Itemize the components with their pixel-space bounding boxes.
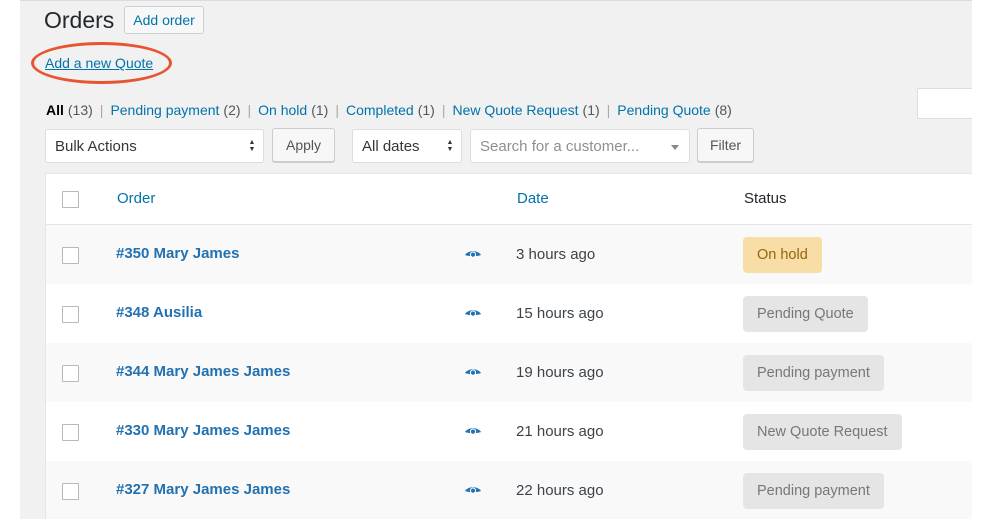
status-filter-count: (1) <box>582 102 600 118</box>
status-filter-link[interactable]: Pending Quote <box>617 102 710 118</box>
status-badge: On hold <box>743 237 822 273</box>
apply-button[interactable]: Apply <box>272 128 335 162</box>
status-filter-count: (1) <box>417 102 435 118</box>
order-link[interactable]: #330 Mary James James <box>116 422 290 439</box>
orders-table: Order Date Status #350 Mary James 3 hours… <box>45 173 972 519</box>
status-filter-item: Pending Quote (8) <box>617 102 732 118</box>
up-down-arrows-icon: ▲ ▼ <box>446 139 454 153</box>
eye-icon[interactable] <box>465 427 481 437</box>
row-checkbox[interactable] <box>62 365 79 382</box>
status-filter-link[interactable]: All <box>46 102 64 118</box>
select-all-checkbox[interactable] <box>62 191 79 208</box>
add-order-button[interactable]: Add order <box>124 6 204 34</box>
order-date: 19 hours ago <box>516 364 604 381</box>
status-badge: Pending Quote <box>743 296 868 332</box>
eye-icon[interactable] <box>465 368 481 378</box>
order-date: 15 hours ago <box>516 305 604 322</box>
status-badge: Pending payment <box>743 355 884 391</box>
filter-separator: | <box>247 102 252 118</box>
date-filter-value: All dates <box>362 137 420 155</box>
bulk-actions-select[interactable]: Bulk Actions ▲ ▼ <box>45 129 264 163</box>
order-date: 22 hours ago <box>516 482 604 499</box>
status-filter-count: (1) <box>311 102 329 118</box>
date-column-header[interactable]: Date <box>517 190 549 207</box>
row-checkbox[interactable] <box>62 247 79 264</box>
eye-icon[interactable] <box>465 309 481 319</box>
status-filter-link[interactable]: Completed <box>346 102 414 118</box>
filter-separator: | <box>335 102 339 118</box>
status-filter-link[interactable]: New Quote Request <box>452 102 578 118</box>
status-badge: Pending payment <box>743 473 884 509</box>
add-new-quote-link[interactable]: Add a new Quote <box>45 55 153 71</box>
order-link[interactable]: #348 Ausilia <box>116 304 202 321</box>
status-filter-link[interactable]: On hold <box>258 102 307 118</box>
date-filter-select[interactable]: All dates ▲ ▼ <box>352 129 462 163</box>
status-filter-item: On hold (1) <box>258 102 328 118</box>
row-checkbox[interactable] <box>62 483 79 500</box>
order-link[interactable]: #327 Mary James James <box>116 481 290 498</box>
order-date: 21 hours ago <box>516 423 604 440</box>
status-column-header: Status <box>744 190 787 207</box>
chevron-down-icon <box>671 145 679 150</box>
eye-icon[interactable] <box>465 250 481 260</box>
table-header: Order Date Status <box>46 174 972 225</box>
order-link[interactable]: #350 Mary James <box>116 245 239 262</box>
status-filter-item: Pending payment (2) <box>110 102 240 118</box>
status-filter-count: (8) <box>714 102 732 118</box>
status-badge: New Quote Request <box>743 414 902 450</box>
row-checkbox[interactable] <box>62 306 79 323</box>
status-filter-list: All (13) | Pending payment (2) | On hold (1) | Co… <box>46 102 732 118</box>
table-row: #344 Mary James James 19 hours ago Pending… <box>46 343 972 402</box>
order-date: 3 hours ago <box>516 246 596 263</box>
order-column-header[interactable]: Order <box>117 190 155 207</box>
page-title: Orders <box>44 7 115 33</box>
status-filter-item: Completed (1) <box>346 102 435 118</box>
filter-button[interactable]: Filter <box>697 128 754 162</box>
order-link[interactable]: #344 Mary James James <box>116 363 290 380</box>
filter-separator: | <box>99 102 104 118</box>
search-orders-input[interactable] <box>917 88 972 119</box>
customer-search-select[interactable]: Search for a customer... <box>470 129 690 163</box>
table-row: #330 Mary James James 21 hours ago New Quo… <box>46 402 972 461</box>
status-filter-item: New Quote Request (1) <box>452 102 599 118</box>
status-filter-count: (2) <box>223 102 241 118</box>
table-row: #327 Mary James James 22 hours ago Pending… <box>46 461 972 519</box>
up-down-arrows-icon: ▲ ▼ <box>248 139 256 153</box>
status-filter-count: (13) <box>67 102 93 118</box>
orders-page: Orders Add order Add a new Quote All (13)… <box>20 0 972 519</box>
row-checkbox[interactable] <box>62 424 79 441</box>
eye-icon[interactable] <box>465 486 481 496</box>
table-row: #348 Ausilia 15 hours ago Pending Quote <box>46 284 972 343</box>
filter-separator: | <box>441 102 446 118</box>
filter-separator: | <box>606 102 611 118</box>
title-row: Orders Add order <box>44 5 204 35</box>
table-row: #350 Mary James 3 hours ago On hold <box>46 225 972 284</box>
table-body: #350 Mary James 3 hours ago On hold #348 Au… <box>46 225 972 519</box>
customer-search-placeholder: Search for a customer... <box>480 137 640 155</box>
bulk-actions-value: Bulk Actions <box>55 137 137 155</box>
status-filter-item: All (13) <box>46 102 93 118</box>
status-filter-link[interactable]: Pending payment <box>110 102 219 118</box>
